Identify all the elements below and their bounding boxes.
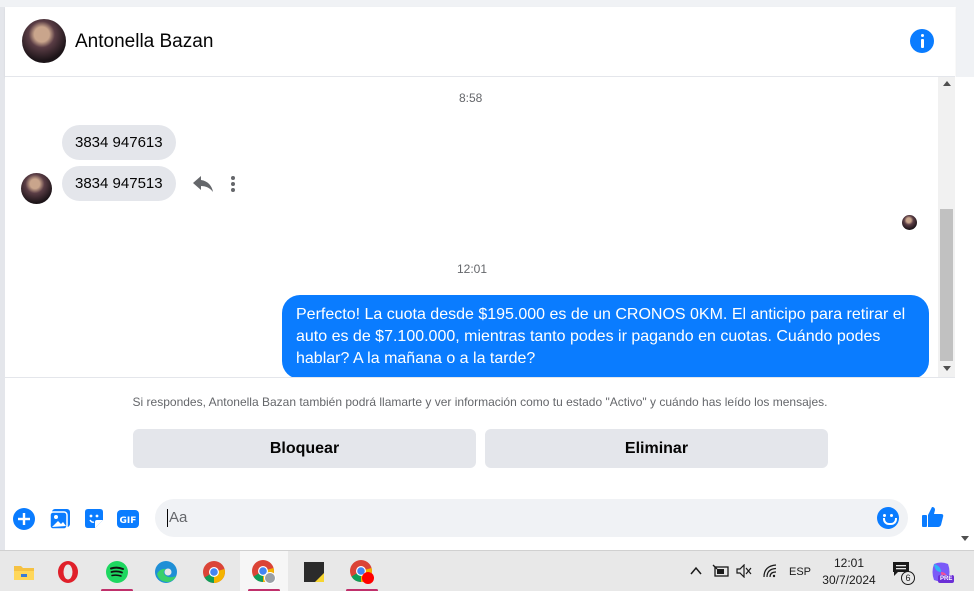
like-icon[interactable] [921, 505, 945, 529]
taskbar-chrome[interactable] [190, 551, 238, 591]
timestamp: 12:01 [457, 262, 488, 276]
right-edge [956, 7, 974, 77]
thread-scrollbar[interactable] [938, 77, 955, 377]
taskbar-opera[interactable] [44, 551, 92, 591]
chrome-notification-icon [350, 559, 374, 584]
opera-icon [58, 560, 78, 583]
privacy-notice: Si respondes, Antonella Bazan también po… [132, 395, 828, 409]
photo-icon[interactable] [48, 507, 72, 531]
sticker-icon[interactable] [82, 507, 106, 531]
notification-center[interactable]: 6 [892, 561, 915, 585]
contact-avatar[interactable] [22, 19, 66, 63]
notification-count-badge: 6 [901, 571, 915, 585]
windows-taskbar: ESP 12:01 30/7/2024 6 PRE [0, 550, 974, 591]
clock-date: 30/7/2024 [822, 573, 876, 587]
clock-time: 12:01 [833, 556, 865, 570]
taskbar-chrome-profile[interactable] [240, 551, 288, 591]
taskbar-edge[interactable] [142, 551, 190, 591]
seen-indicator-avatar [902, 215, 917, 230]
taskbar-chrome-second[interactable] [338, 551, 386, 591]
taskbar-clock[interactable]: 12:01 30/7/2024 [812, 555, 886, 589]
folder-icon [14, 565, 34, 580]
chevron-up-icon[interactable] [690, 566, 702, 576]
incoming-message[interactable]: 3834 947613 [62, 125, 176, 160]
emoji-icon[interactable] [877, 507, 899, 529]
chrome-profile-icon [252, 559, 276, 584]
reply-icon[interactable] [192, 174, 214, 194]
outgoing-message[interactable]: Perfecto! La cuota desde $195.000 es de … [282, 295, 929, 379]
spotify-icon [106, 560, 128, 583]
wifi-icon[interactable] [762, 564, 778, 578]
messenger-window: Antonella Bazan 8:58 3834 947613 3834 94… [0, 0, 974, 550]
copilot-button[interactable]: PRE [930, 561, 955, 585]
message-thread[interactable]: 8:58 3834 947613 3834 947513 12:01 Perfe… [5, 77, 938, 379]
taskbar-spotify[interactable] [93, 551, 141, 591]
delete-button[interactable]: Eliminar [485, 429, 828, 468]
sticky-notes-icon [304, 561, 324, 582]
scroll-up-arrow[interactable] [943, 81, 951, 86]
edge-icon [155, 560, 177, 583]
text-caret [167, 509, 168, 527]
info-icon[interactable] [910, 29, 934, 53]
add-icon[interactable] [12, 507, 36, 531]
gif-label: GIF [120, 516, 137, 526]
pre-badge: PRE [938, 575, 955, 583]
page-scrollbar[interactable] [955, 77, 974, 550]
block-button[interactable]: Bloquear [133, 429, 476, 468]
gif-icon[interactable]: GIF [116, 507, 140, 531]
volume-muted-icon[interactable] [736, 564, 752, 578]
top-edge [0, 0, 974, 7]
chrome-icon [203, 560, 225, 583]
taskbar-sticky-notes[interactable] [290, 551, 338, 591]
timestamp: 8:58 [459, 91, 483, 105]
language-indicator[interactable]: ESP [789, 551, 811, 591]
scroll-thumb[interactable] [940, 209, 953, 361]
message-request-panel: Si respondes, Antonella Bazan también po… [5, 377, 955, 492]
message-composer: GIF Aa [5, 492, 955, 550]
contact-name[interactable]: Antonella Bazan [75, 31, 213, 53]
page-scroll-down-arrow[interactable] [961, 536, 969, 541]
message-input[interactable]: Aa [155, 499, 908, 537]
scroll-down-arrow[interactable] [943, 366, 951, 371]
battery-icon[interactable] [712, 564, 730, 578]
more-options-icon[interactable] [230, 175, 236, 193]
incoming-message[interactable]: 3834 947513 [62, 166, 176, 201]
message-input-placeholder: Aa [169, 509, 188, 526]
conversation-header: Antonella Bazan [5, 7, 955, 77]
sender-avatar[interactable] [21, 173, 52, 204]
taskbar-file-explorer[interactable] [0, 551, 48, 591]
